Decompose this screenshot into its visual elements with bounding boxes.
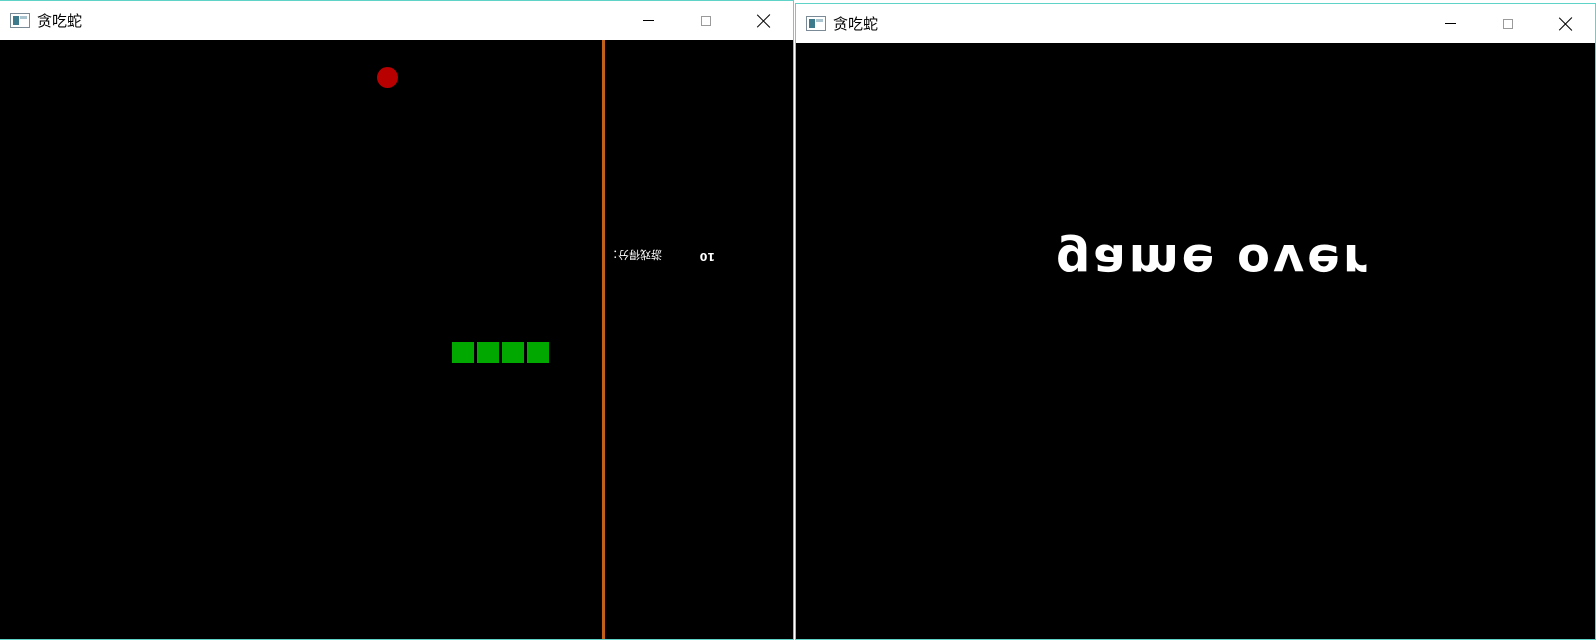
snake-segment xyxy=(501,341,525,364)
desktop: 贪吃蛇 游戏得分： 10 贪吃蛇 game over xyxy=(0,0,1596,640)
close-button[interactable] xyxy=(1537,4,1595,43)
score-value: 10 xyxy=(699,250,715,263)
title-bar[interactable]: 贪吃蛇 xyxy=(0,1,793,40)
app-icon xyxy=(806,16,826,31)
snake-segment xyxy=(526,341,550,364)
window-title: 贪吃蛇 xyxy=(833,15,879,33)
score-label: 游戏得分： xyxy=(607,248,662,261)
close-icon xyxy=(1559,17,1573,31)
snake-segment xyxy=(476,341,500,364)
game-canvas[interactable]: 游戏得分： 10 xyxy=(0,40,793,639)
game-over-message: game over xyxy=(1056,233,1370,289)
maximize-button[interactable] xyxy=(1479,4,1537,43)
play-area-divider xyxy=(602,40,605,639)
score-panel: 游戏得分： 10 xyxy=(607,245,717,263)
game-canvas[interactable]: game over xyxy=(796,43,1595,639)
minimize-icon xyxy=(1444,23,1456,24)
close-icon xyxy=(757,14,771,28)
caption-buttons xyxy=(619,1,793,40)
caption-buttons xyxy=(1421,4,1595,43)
game-over-window[interactable]: 贪吃蛇 game over xyxy=(795,3,1596,640)
maximize-icon xyxy=(1503,18,1513,29)
food-dot xyxy=(377,67,398,88)
close-button[interactable] xyxy=(735,1,793,40)
title-bar[interactable]: 贪吃蛇 xyxy=(796,4,1595,43)
maximize-icon xyxy=(701,15,711,26)
minimize-button[interactable] xyxy=(619,1,677,40)
maximize-button[interactable] xyxy=(677,1,735,40)
window-title: 贪吃蛇 xyxy=(37,12,83,30)
minimize-button[interactable] xyxy=(1421,4,1479,43)
minimize-icon xyxy=(642,20,654,21)
app-icon xyxy=(10,13,30,28)
snake-game-window[interactable]: 贪吃蛇 游戏得分： 10 xyxy=(0,0,794,640)
snake-segment xyxy=(451,341,475,364)
